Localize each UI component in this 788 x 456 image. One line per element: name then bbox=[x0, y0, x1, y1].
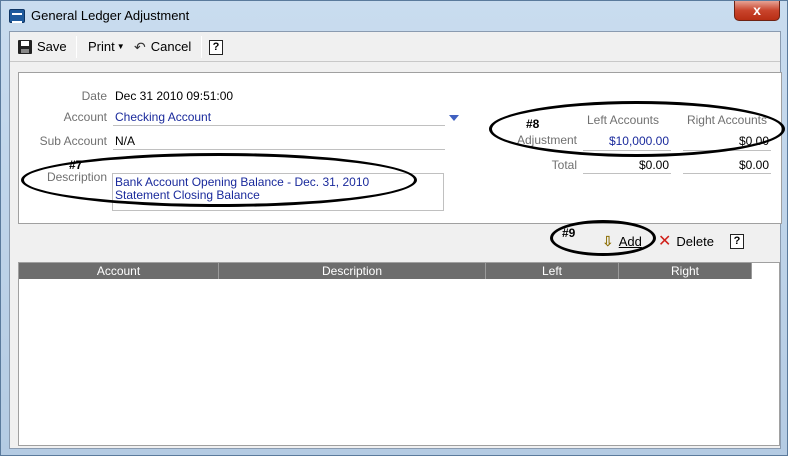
account-label: Account bbox=[63, 110, 107, 124]
save-button[interactable]: Save bbox=[18, 37, 67, 57]
column-header-right[interactable]: Right bbox=[619, 263, 752, 279]
account-dropdown-icon[interactable] bbox=[449, 115, 459, 121]
adjustment-lines-grid[interactable]: Account Description Left Right bbox=[18, 262, 780, 446]
total-right-underline bbox=[683, 173, 771, 174]
account-select[interactable]: Checking Account bbox=[115, 110, 211, 124]
toolbar-separator bbox=[76, 36, 77, 58]
total-left-underline bbox=[583, 173, 671, 174]
save-button-label: Save bbox=[37, 39, 67, 54]
sub-account-underline bbox=[113, 149, 445, 150]
actions-help-button[interactable]: ? bbox=[730, 230, 744, 252]
sub-account-label: Sub Account bbox=[39, 134, 107, 148]
line-actions: ⇩ Add ✕ Delete ? #9 bbox=[546, 220, 780, 256]
help-icon: ? bbox=[730, 233, 744, 249]
cancel-button-label: Cancel bbox=[150, 39, 192, 54]
date-label: Date bbox=[81, 89, 107, 103]
cancel-button[interactable]: ↶ Cancel bbox=[134, 37, 191, 57]
general-ledger-adjustment-window: General Ledger Adjustment x Save Print ▼… bbox=[0, 0, 788, 456]
window-title: General Ledger Adjustment bbox=[31, 8, 190, 23]
toolbar-separator bbox=[201, 36, 202, 58]
floppy-disk-icon bbox=[18, 40, 32, 54]
title-bar[interactable]: General Ledger Adjustment x bbox=[1, 1, 787, 31]
app-icon bbox=[9, 9, 25, 23]
annotation-label-7: #7 bbox=[69, 158, 83, 172]
help-icon: ? bbox=[209, 39, 223, 55]
close-button[interactable]: x bbox=[734, 1, 780, 21]
delete-x-icon: ✕ bbox=[658, 233, 672, 250]
column-header-account[interactable]: Account bbox=[19, 263, 219, 279]
annotation-label-8: #8 bbox=[526, 117, 540, 131]
total-right-value: $0.00 bbox=[738, 158, 769, 172]
total-label: Total bbox=[551, 158, 577, 172]
delete-button[interactable]: ✕ Delete bbox=[658, 230, 714, 252]
sub-account-value[interactable]: N/A bbox=[115, 134, 135, 148]
toolbar-help-button[interactable]: ? bbox=[209, 37, 223, 57]
dropdown-arrow-icon: ▼ bbox=[116, 42, 125, 51]
grid-header: Account Description Left Right bbox=[19, 263, 752, 279]
column-header-left[interactable]: Left bbox=[486, 263, 619, 279]
toolbar: Save Print ▼ ↶ Cancel ? bbox=[10, 32, 780, 62]
print-button-label: Print bbox=[88, 39, 115, 54]
annotation-label-9: #9 bbox=[562, 226, 576, 240]
client-area: Save Print ▼ ↶ Cancel ? Date Dec 31 2010… bbox=[9, 31, 785, 449]
date-value: Dec 31 2010 09:51:00 bbox=[115, 89, 234, 103]
undo-icon: ↶ bbox=[134, 39, 146, 55]
total-left-value: $0.00 bbox=[638, 158, 669, 172]
print-button[interactable]: Print ▼ bbox=[88, 37, 125, 57]
column-header-description[interactable]: Description bbox=[219, 263, 486, 279]
delete-button-label: Delete bbox=[676, 233, 714, 249]
account-underline bbox=[113, 125, 445, 126]
adjustment-form: Date Dec 31 2010 09:51:00 Account Checki… bbox=[18, 72, 785, 224]
